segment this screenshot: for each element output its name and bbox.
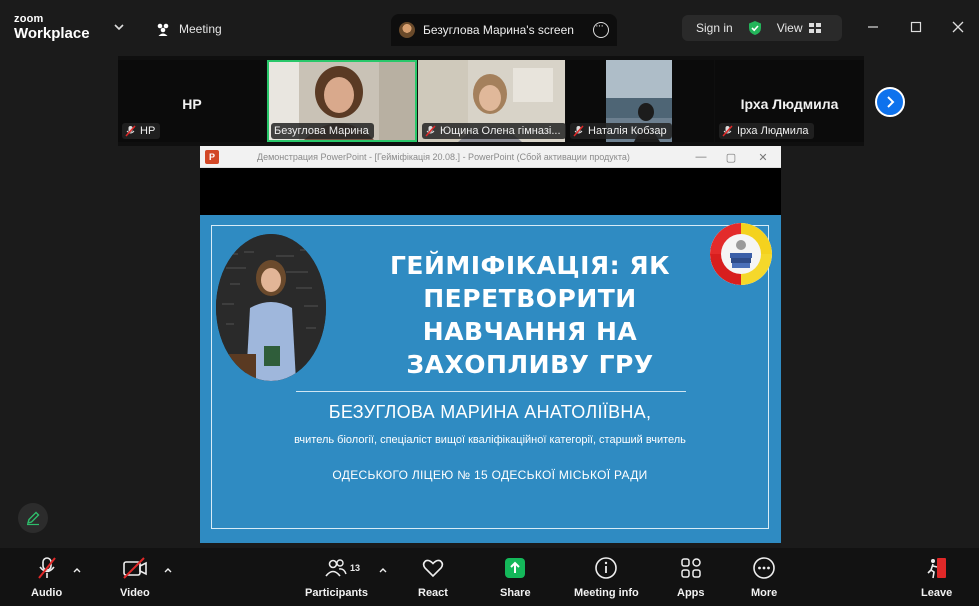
slide-author: БЕЗУГЛОВА МАРИНА АНАТОЛІЇВНА, — [328, 402, 652, 422]
chevron-up-icon[interactable] — [378, 565, 388, 575]
participant-tile-irkha[interactable]: Ірха Людмила Ірха Людмила — [715, 60, 864, 142]
presenter-portrait — [216, 234, 326, 381]
participant-name: НР — [140, 125, 156, 137]
shared-close-icon: ✕ — [758, 151, 768, 164]
presenter-avatar — [399, 22, 415, 38]
react-button[interactable]: React — [418, 556, 448, 599]
pencil-icon — [26, 511, 40, 526]
participant-tile-yushchyna[interactable]: Ющина Олена гімназі... — [418, 60, 566, 142]
meeting-info-label: Meeting info — [574, 587, 639, 599]
participant-name-tag: Ющина Олена гімназі... — [422, 123, 566, 139]
participant-name-tag: Ірха Людмила — [719, 123, 814, 139]
participants-count: 13 — [350, 563, 361, 573]
meeting-tab[interactable]: Meeting — [155, 17, 222, 41]
participant-big-name: НР — [182, 96, 202, 112]
minimize-icon — [868, 26, 878, 28]
participant-name: Безуглова Марина — [274, 125, 369, 137]
heart-icon — [422, 559, 444, 578]
leave-icon — [927, 558, 946, 579]
mic-off-icon — [37, 557, 56, 579]
next-page-button[interactable] — [875, 87, 905, 117]
view-label: View — [776, 21, 803, 35]
chevron-right-icon — [887, 96, 895, 108]
participant-name: Ірха Людмила — [737, 125, 809, 137]
participant-tile-bezuhlova[interactable]: Безуглова Марина — [267, 60, 417, 142]
leave-label: Leave — [921, 587, 953, 599]
participant-tile-nr[interactable]: НР НР — [118, 60, 266, 142]
more-options-icon[interactable] — [593, 20, 609, 38]
shared-window-title: Демонстрация PowerPoint - [Гейміфікація … — [257, 151, 630, 162]
info-icon — [595, 557, 618, 579]
more-label: More — [751, 587, 778, 599]
screen-share-tab[interactable]: Безуглова Марина's screen — [391, 14, 617, 46]
shield-check-icon[interactable] — [747, 20, 763, 36]
participant-name-tag: Наталія Кобзар — [570, 123, 672, 139]
share-label: Share — [500, 587, 531, 599]
more-dots-icon — [753, 557, 775, 579]
view-button[interactable]: View — [777, 21, 821, 35]
presentation-slide: ГЕЙМІФІКАЦІЯ: ЯК ПЕРЕТВОРИТИ НАВЧАННЯ НА… — [200, 215, 781, 543]
mic-off-icon — [425, 125, 436, 137]
chevron-up-icon[interactable] — [163, 565, 173, 575]
participants-label: Participants — [305, 587, 368, 599]
school-emblem — [710, 223, 772, 285]
shared-maximize-icon: ▢ — [725, 151, 737, 164]
slide-school: ОДЕСЬКОГО ЛІЦЕЮ № 15 ОДЕСЬКОЇ МІСЬКОЇ РА… — [332, 468, 648, 482]
participant-name-tag: НР — [122, 123, 161, 139]
share-arrow-icon — [505, 558, 526, 578]
participant-tile-kobzar[interactable]: Наталія Кобзар — [566, 60, 714, 142]
meeting-tab-label: Meeting — [179, 22, 222, 36]
shared-screen: P Демонстрация PowerPoint - [Гейміфікаці… — [200, 146, 781, 548]
participants-icon — [325, 559, 348, 577]
video-off-icon — [123, 557, 147, 579]
title-bar: zoom Workplace Meeting Безуглова Марина'… — [0, 0, 979, 56]
leave-button[interactable]: Leave — [921, 556, 952, 599]
annotate-button[interactable] — [18, 503, 48, 533]
people-icon — [157, 23, 169, 36]
apps-icon — [681, 558, 701, 578]
zoom-logo: zoom Workplace — [14, 13, 90, 42]
slide-letterbox — [200, 168, 781, 215]
close-icon — [952, 21, 964, 33]
participant-big-name: Ірха Людмила — [740, 96, 839, 112]
apps-label: Apps — [677, 587, 705, 599]
meeting-toolbar: Audio Video Participants 13 React Share … — [0, 548, 979, 606]
more-button[interactable]: More — [751, 556, 777, 599]
logo-line2: Workplace — [14, 25, 90, 42]
maximize-icon — [910, 21, 922, 33]
meeting-info-button[interactable]: Meeting info — [574, 556, 639, 599]
react-label: React — [418, 587, 448, 599]
participant-name: Наталія Кобзар — [588, 125, 667, 137]
slide-divider — [296, 391, 686, 392]
video-button[interactable]: Video — [120, 556, 150, 599]
shared-minimize-icon: — — [695, 151, 707, 163]
participant-name-tag: Безуглова Марина — [271, 123, 374, 139]
screen-share-tab-label: Безуглова Марина's screen — [423, 23, 574, 37]
sign-in-link[interactable]: Sign in — [682, 21, 733, 35]
powerpoint-icon: P — [205, 149, 219, 164]
apps-button[interactable]: Apps — [677, 556, 705, 599]
slide-title: ГЕЙМІФІКАЦІЯ: ЯК ПЕРЕТВОРИТИ НАВЧАННЯ НА… — [389, 251, 671, 379]
audio-button[interactable]: Audio — [31, 556, 62, 599]
logo-line1: zoom — [14, 13, 44, 25]
participant-name: Ющина Олена гімназі... — [440, 125, 561, 137]
chevron-up-icon[interactable] — [72, 565, 82, 575]
audio-label: Audio — [31, 587, 63, 599]
video-label: Video — [120, 587, 150, 599]
mic-off-icon — [573, 125, 584, 137]
mic-off-icon — [125, 125, 136, 137]
minimize-button[interactable] — [862, 16, 884, 38]
chevron-down-icon[interactable] — [112, 20, 126, 34]
grid-icon — [808, 23, 821, 33]
slide-author-role: вчитель біології, спеціаліст вищої квалі… — [294, 434, 686, 446]
participant-strip: НР НР Безуглова Марина Ющина Олена гімна… — [118, 56, 864, 146]
close-button[interactable] — [947, 16, 969, 38]
account-box: Sign in View — [682, 15, 842, 41]
share-button[interactable]: Share — [500, 556, 531, 599]
maximize-button[interactable] — [905, 16, 927, 38]
mic-off-icon — [722, 125, 733, 137]
